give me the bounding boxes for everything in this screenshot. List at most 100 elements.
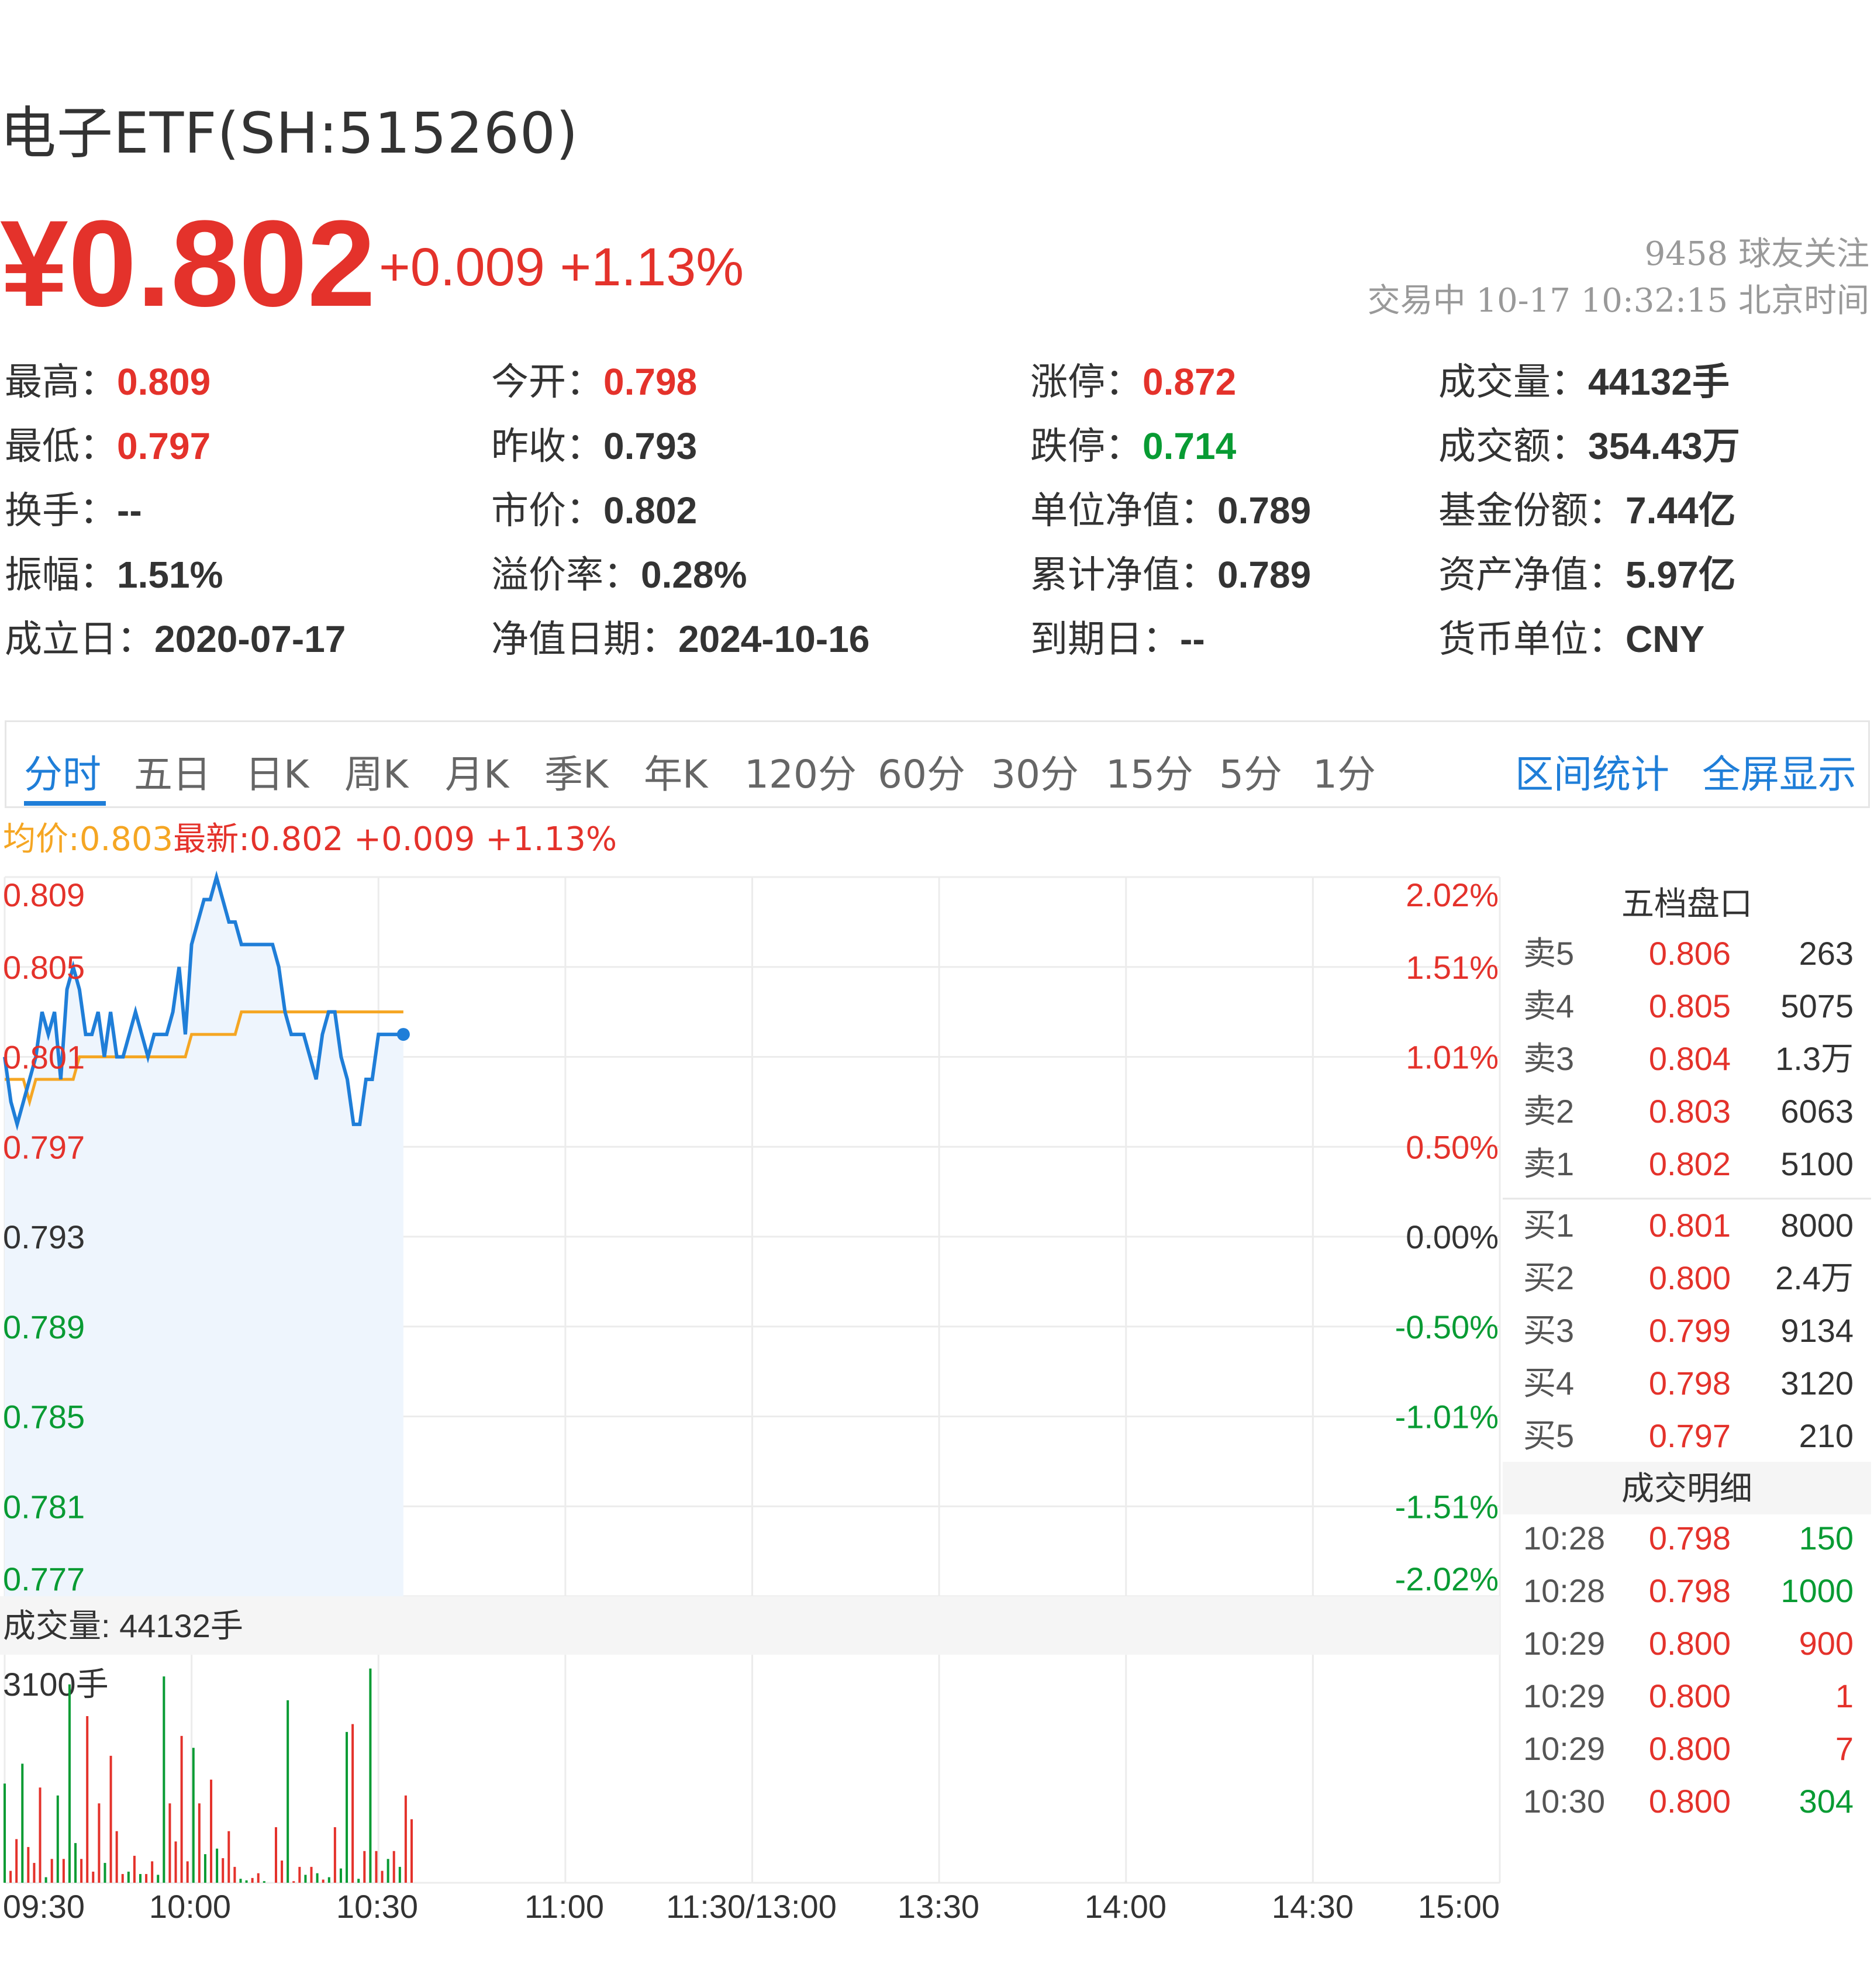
bid-row-label: 买4: [1523, 1365, 1574, 1402]
ask-row-volume: 263: [1799, 935, 1854, 972]
percent-tick-label: 1.01%: [1406, 1039, 1499, 1076]
tab-1-min[interactable]: 1分: [1313, 743, 1376, 799]
ask-row-label: 卖2: [1523, 1093, 1574, 1130]
bid-row-price: 0.800: [1649, 1259, 1731, 1296]
bid-row: 买2 0.800 2.4万: [1523, 1259, 1854, 1296]
bid-row-price: 0.801: [1649, 1207, 1731, 1244]
price-change: +0.009 +1.13%: [379, 237, 744, 297]
percent-tick-label: -1.51%: [1395, 1488, 1499, 1525]
trade-row: 10:32 0.802 1000: [1523, 1835, 1854, 1872]
price-tick-label: 0.789: [3, 1309, 85, 1345]
ask-row: 卖1 0.802 5100: [1523, 1145, 1854, 1182]
trade-row-price: 0.800: [1649, 1625, 1731, 1662]
ask-row-volume: 5075: [1780, 988, 1854, 1024]
stat-acc-nav: 累计净值：0.789: [1030, 554, 1312, 597]
time-tick-label: 10:30: [336, 1888, 418, 1925]
percent-axis-labels: 2.02% 1.51% 1.01% 0.50% 0.00% -0.50% -1.01% -1.…: [1395, 876, 1499, 1597]
ask-row-label: 卖5: [1523, 935, 1574, 972]
percent-tick-label: 0.50%: [1406, 1128, 1499, 1165]
tab-daily-k[interactable]: 日K: [245, 743, 309, 799]
tab-5-min[interactable]: 5分: [1219, 743, 1282, 799]
tab-yearly-k[interactable]: 年K: [644, 743, 708, 799]
ask-row: 卖4 0.805 5075: [1523, 988, 1854, 1024]
legend-latest-price: 最新:0.802 +0.009 +1.13%: [173, 820, 617, 858]
trade-row-volume: 7: [1835, 1730, 1854, 1767]
trade-row-price: 0.798: [1649, 1572, 1731, 1609]
price-tick-label: 0.809: [3, 876, 85, 913]
trade-row-volume: 304: [1799, 1783, 1854, 1820]
ask-row-price: 0.806: [1649, 935, 1731, 972]
stat-unit-nav: 单位净值：0.789: [1030, 489, 1312, 533]
trade-row: 10:28 0.798 1000: [1523, 1572, 1854, 1609]
time-tick-label: 11:00: [524, 1888, 604, 1925]
price-tick-label: 0.777: [3, 1561, 85, 1597]
trades-title: 成交明细: [1621, 1470, 1752, 1507]
trade-row-label: 10:29: [1523, 1625, 1605, 1662]
stat-currency: 货币单位：CNY: [1438, 618, 1705, 661]
trade-row-volume: 1000: [1780, 1572, 1854, 1609]
trade-row-label: 10:29: [1523, 1730, 1605, 1767]
stat-limit-up: 涨停：0.872: [1030, 361, 1237, 404]
trade-row: 10:29 0.800 1: [1523, 1678, 1854, 1714]
followers-count[interactable]: 9458 球友关注: [1368, 231, 1869, 278]
trade-row-price: 0.800: [1649, 1678, 1731, 1714]
interval-stats-link[interactable]: 区间统计: [1515, 743, 1669, 799]
ask-row-price: 0.802: [1649, 1145, 1731, 1182]
tab-five-day[interactable]: 五日: [134, 743, 211, 799]
bid-row-volume: 9134: [1780, 1312, 1854, 1349]
stat-high: 最高：0.809: [5, 361, 211, 404]
tab-quarterly-k[interactable]: 季K: [544, 743, 608, 799]
percent-tick-label: -1.01%: [1395, 1399, 1499, 1435]
bid-row-volume: 8000: [1780, 1207, 1854, 1244]
latest-price-dot: [396, 1028, 410, 1041]
stat-turnover: 换手：--: [5, 489, 142, 533]
current-price: ¥0.802: [0, 195, 376, 332]
fullscreen-link[interactable]: 全屏显示: [1702, 743, 1856, 799]
trade-row: 10:28 0.798 150: [1523, 1520, 1854, 1556]
header-meta: 9458 球友关注 交易中 10-17 10:32:15 北京时间: [1368, 231, 1869, 325]
time-tick-label: 11:30/13:00: [666, 1888, 837, 1925]
order-book-title: 五档盘口: [1621, 885, 1752, 922]
bid-row-label: 买2: [1523, 1259, 1574, 1296]
tab-60-min[interactable]: 60分: [878, 743, 965, 799]
ask-row-price: 0.804: [1649, 1040, 1731, 1077]
ask-row-label: 卖3: [1523, 1040, 1574, 1077]
price-tick-label: 0.801: [3, 1039, 85, 1076]
tab-30-min[interactable]: 30分: [991, 743, 1079, 799]
security-title: 电子ETF(SH:515260): [0, 101, 579, 166]
trade-row-label: 10:30: [1523, 1783, 1605, 1820]
ask-row-price: 0.803: [1649, 1093, 1731, 1130]
trade-row-price: 0.800: [1649, 1783, 1731, 1820]
stat-expiry: 到期日：--: [1030, 618, 1205, 661]
stat-founded: 成立日：2020-07-17: [5, 618, 346, 661]
bid-row: 买1 0.801 8000: [1523, 1207, 1854, 1244]
ask-row-label: 卖4: [1523, 988, 1574, 1024]
price-tick-label: 0.781: [3, 1488, 85, 1525]
active-tab-indicator: [24, 801, 106, 806]
trade-row-price: 0.798: [1649, 1520, 1731, 1556]
tab-monthly-k[interactable]: 月K: [445, 743, 509, 799]
order-book-panel: 五档盘口 卖5 0.806 263 卖4 0.805 5075 卖3 0.804 1.3万 卖2 0…: [1503, 871, 1871, 1872]
percent-tick-label: -2.02%: [1395, 1561, 1499, 1597]
time-tick-label: 14:00: [1085, 1888, 1166, 1925]
bid-row: 买3 0.799 9134: [1523, 1312, 1854, 1349]
tab-15-min[interactable]: 15分: [1106, 743, 1193, 799]
stat-net-assets: 资产净值：5.97亿: [1438, 554, 1736, 597]
tab-120-min[interactable]: 120分: [744, 743, 857, 799]
stat-nav-date: 净值日期：2024-10-16: [491, 618, 870, 661]
stat-fund-shares: 基金份额：7.44亿: [1438, 489, 1736, 533]
tab-intraday[interactable]: 分时: [24, 743, 101, 799]
volume-panel-label: 成交量: 44132手: [3, 1607, 243, 1644]
trade-row: 10:29 0.800 900: [1523, 1625, 1854, 1662]
trading-status: 交易中 10-17 10:32:15 北京时间: [1367, 282, 1869, 320]
ask-row-label: 卖1: [1523, 1145, 1574, 1182]
time-tick-label: 09:30: [3, 1888, 85, 1925]
percent-tick-label: 0.00%: [1406, 1219, 1499, 1255]
price-tick-label: 0.793: [3, 1219, 85, 1255]
tab-weekly-k[interactable]: 周K: [344, 743, 408, 799]
ask-row: 卖3 0.804 1.3万: [1523, 1040, 1854, 1077]
bid-row-volume: 3120: [1780, 1365, 1854, 1402]
stat-amplitude: 振幅：1.51%: [5, 554, 223, 597]
percent-tick-label: -0.50%: [1395, 1309, 1499, 1345]
time-tick-label: 10:00: [149, 1888, 231, 1925]
